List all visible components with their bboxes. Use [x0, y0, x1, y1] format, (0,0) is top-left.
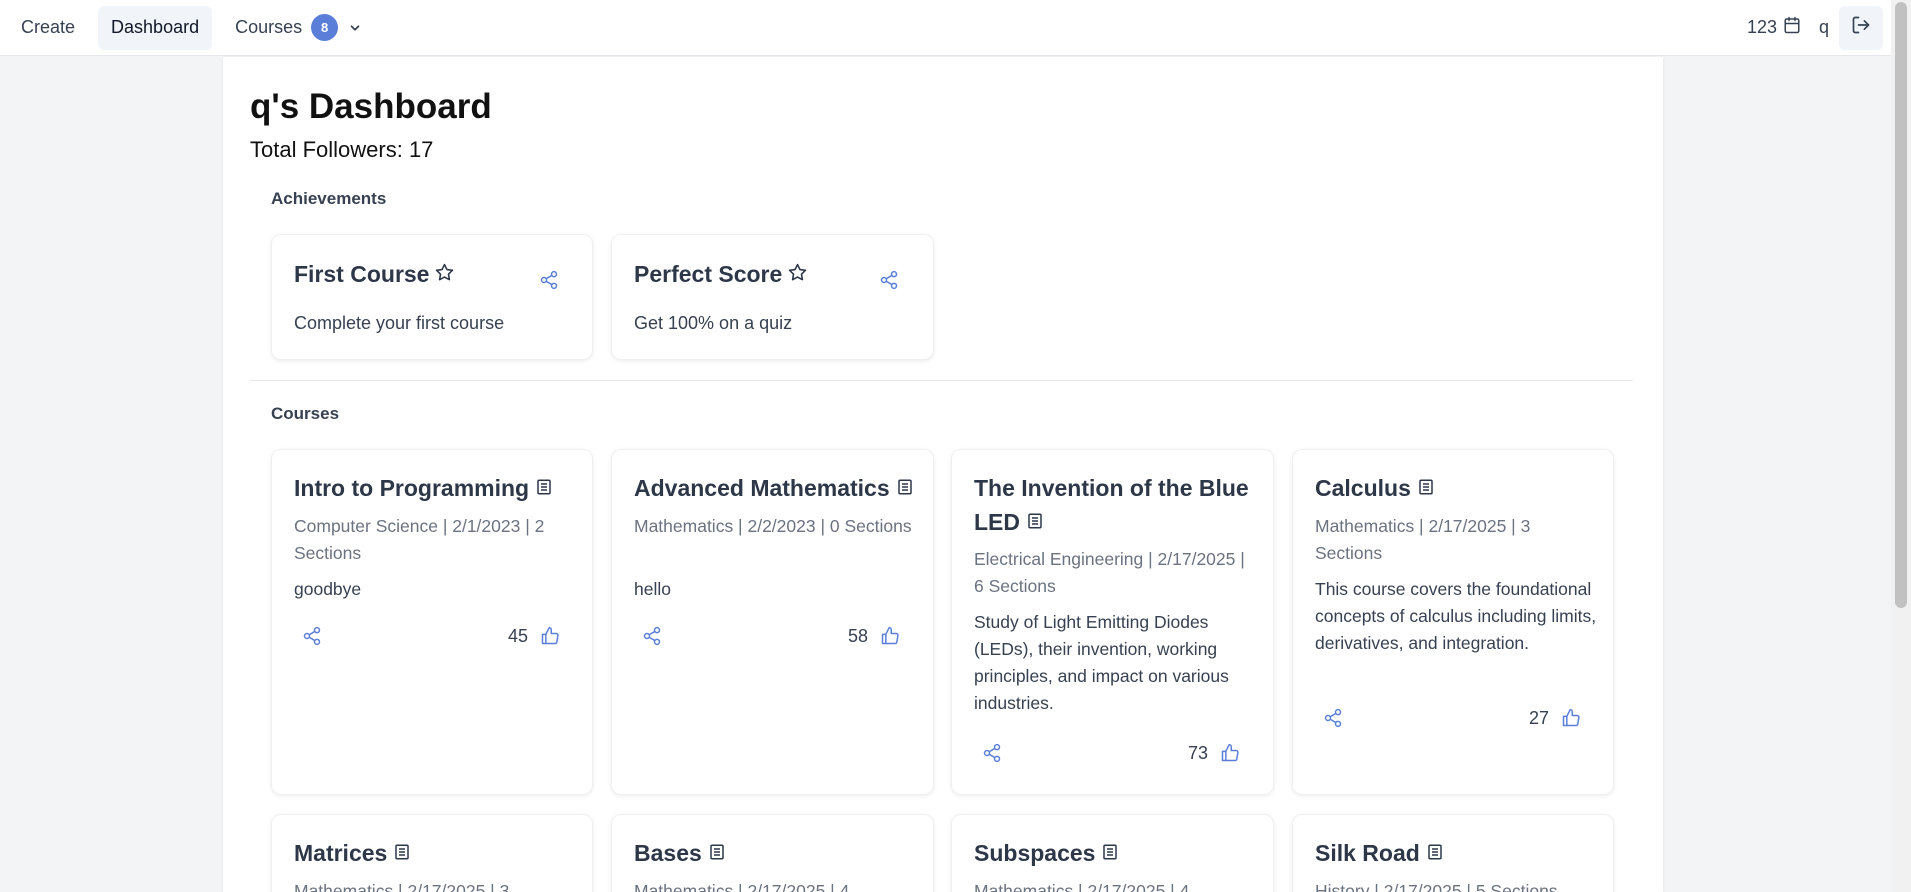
- share-icon[interactable]: [879, 270, 899, 295]
- share-icon[interactable]: [982, 743, 1002, 763]
- like-count: 58: [847, 625, 868, 646]
- create-label: Create: [21, 17, 76, 37]
- course-title[interactable]: Silk Road: [1315, 836, 1605, 870]
- scrollbar-thumb[interactable]: [1895, 2, 1907, 608]
- thumbs-up-icon[interactable]: [1561, 708, 1581, 728]
- book-icon: [708, 836, 726, 870]
- star-icon: [788, 257, 807, 291]
- username[interactable]: q: [1819, 17, 1829, 38]
- course-footer: 73: [974, 733, 1252, 773]
- share-icon[interactable]: [642, 626, 662, 646]
- achievement-title: First Course: [294, 257, 454, 291]
- book-icon: [896, 471, 914, 505]
- achievement-card: First Course Complete your first course: [271, 234, 593, 360]
- course-meta: Mathematics | 2/17/2025 | 4 Sections: [634, 881, 850, 892]
- calendar-icon: [1777, 16, 1801, 39]
- achievement-card: Perfect Score Get 100% on a quiz: [611, 234, 934, 360]
- thumbs-up-icon[interactable]: [880, 626, 900, 646]
- streak-value: 123: [1746, 17, 1777, 37]
- total-followers: Total Followers: 17: [250, 137, 434, 162]
- course-description: goodbye: [294, 579, 362, 599]
- book-icon: [535, 471, 553, 505]
- streak-counter: 123: [1747, 16, 1801, 39]
- course-description: hello: [634, 579, 671, 599]
- logout-icon: [1851, 15, 1871, 40]
- course-card[interactable]: Bases Mathematics | 2/17/2025 | 4 Sectio…: [611, 814, 934, 892]
- achievement-title: Perfect Score: [634, 257, 807, 291]
- course-title[interactable]: Intro to Programming: [294, 471, 584, 505]
- thumbs-up-icon[interactable]: [540, 626, 560, 646]
- page-title: q's Dashboard: [250, 87, 492, 126]
- course-footer: 27: [1315, 698, 1593, 738]
- course-meta: Mathematics | 2/17/2025 | 4 Sections: [974, 881, 1190, 892]
- course-title[interactable]: The Invention of the Blue LED: [974, 471, 1254, 539]
- chevron-down-icon: [348, 21, 362, 35]
- course-footer: 45: [294, 616, 572, 656]
- courses-nav-dropdown[interactable]: Courses 8: [222, 6, 375, 50]
- course-description: Study of Light Emitting Diodes (LEDs), t…: [974, 612, 1229, 713]
- share-icon[interactable]: [302, 626, 322, 646]
- course-card[interactable]: Calculus Mathematics | 2/17/2025 | 3 Sec…: [1292, 449, 1614, 795]
- share-icon[interactable]: [539, 270, 559, 295]
- star-icon: [435, 257, 454, 291]
- book-icon: [1101, 836, 1119, 870]
- course-title[interactable]: Matrices: [294, 836, 584, 870]
- share-icon[interactable]: [1323, 708, 1343, 728]
- like-group: 27: [1529, 708, 1593, 729]
- logout-button[interactable]: [1839, 5, 1883, 50]
- course-title[interactable]: Calculus: [1315, 471, 1605, 505]
- thumbs-up-icon[interactable]: [1220, 743, 1240, 763]
- like-count: 27: [1528, 707, 1549, 728]
- dashboard-panel: q's Dashboard Total Followers: 17 Achiev…: [223, 57, 1663, 892]
- course-footer: 58: [634, 616, 912, 656]
- course-meta: Computer Science | 2/1/2023 | 2 Sections: [294, 516, 545, 563]
- top-navbar: Create Dashboard Courses 8 123 q: [0, 0, 1891, 56]
- course-title[interactable]: Advanced Mathematics: [634, 471, 924, 505]
- book-icon: [1026, 505, 1044, 539]
- course-card[interactable]: Advanced Mathematics Mathematics | 2/2/2…: [611, 449, 934, 795]
- page-scrollbar[interactable]: [1891, 0, 1911, 892]
- book-icon: [1417, 471, 1435, 505]
- dashboard-nav-button[interactable]: Dashboard: [98, 5, 213, 50]
- course-description: This course covers the foundational conc…: [1315, 579, 1597, 653]
- like-group: 58: [848, 626, 912, 647]
- courses-count-badge: 8: [311, 14, 339, 41]
- course-title[interactable]: Bases: [634, 836, 924, 870]
- achievement-description: Get 100% on a quiz: [634, 313, 793, 333]
- book-icon: [1426, 836, 1444, 870]
- courses-label: Courses: [235, 17, 303, 37]
- course-card[interactable]: Matrices Mathematics | 2/17/2025 | 3 Sec…: [271, 814, 593, 892]
- course-meta: Mathematics | 2/17/2025 | 3 Sections: [1315, 516, 1531, 563]
- course-meta: Electrical Engineering | 2/17/2025 | 6 S…: [974, 549, 1245, 596]
- course-card[interactable]: Subspaces Mathematics | 2/17/2025 | 4 Se…: [951, 814, 1274, 892]
- course-meta: History | 2/17/2025 | 5 Sections: [1315, 881, 1558, 892]
- course-meta: Mathematics | 2/2/2023 | 0 Sections: [634, 516, 912, 536]
- like-group: 45: [508, 626, 572, 647]
- section-divider: [250, 380, 1633, 381]
- dashboard-label: Dashboard: [111, 17, 200, 37]
- course-card[interactable]: Intro to Programming Computer Science | …: [271, 449, 593, 795]
- book-icon: [393, 836, 411, 870]
- create-nav-button[interactable]: Create: [8, 6, 88, 50]
- course-card[interactable]: The Invention of the Blue LED Electrical…: [951, 449, 1274, 795]
- course-card[interactable]: Silk Road History | 2/17/2025 | 5 Sectio…: [1292, 814, 1614, 892]
- course-meta: Mathematics | 2/17/2025 | 3 Sections: [294, 881, 510, 892]
- courses-heading: Courses: [271, 404, 340, 423]
- course-title[interactable]: Subspaces: [974, 836, 1264, 870]
- like-count: 45: [507, 625, 528, 646]
- like-group: 73: [1188, 743, 1252, 764]
- achievements-heading: Achievements: [271, 189, 387, 208]
- achievement-description: Complete your first course: [294, 313, 505, 333]
- like-count: 73: [1187, 742, 1208, 763]
